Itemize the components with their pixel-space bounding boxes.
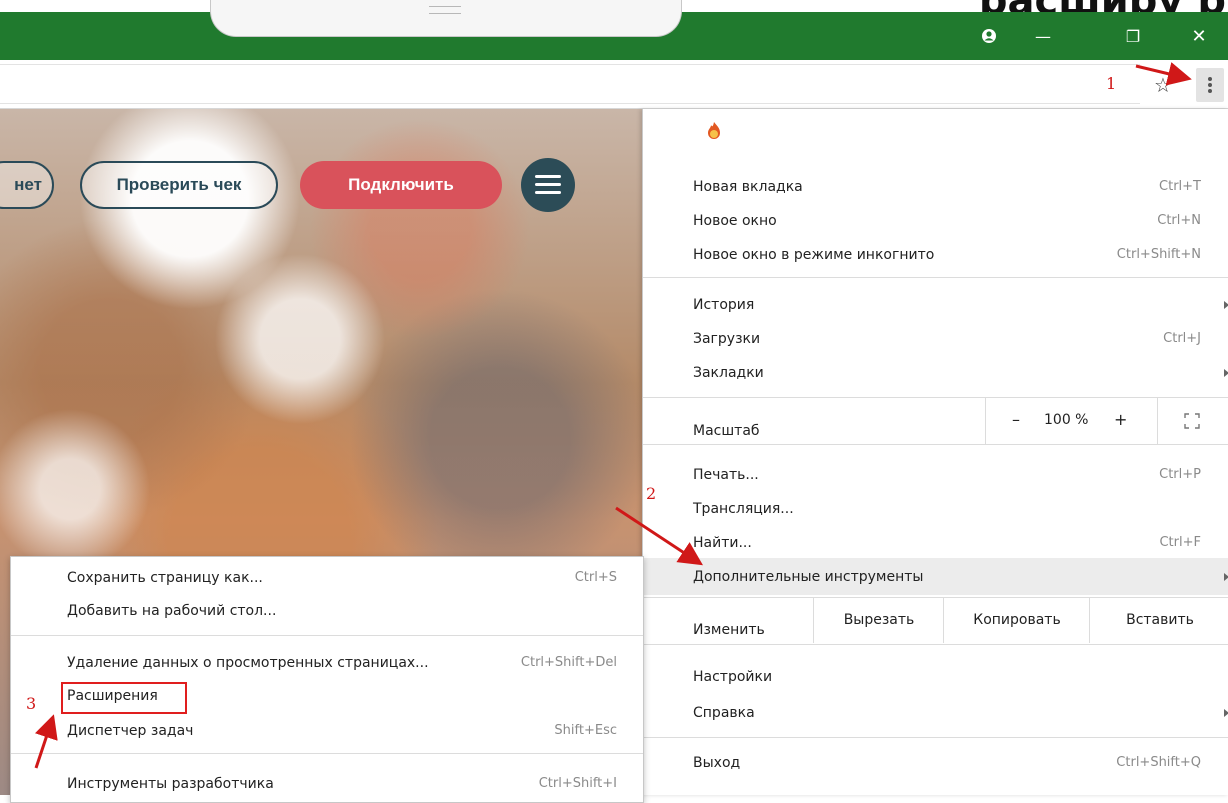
arrow-step-1	[1135, 62, 1192, 86]
annotation-arrows	[34, 62, 1192, 769]
arrow-step-2	[615, 506, 704, 566]
arrow-step-3	[34, 714, 58, 769]
